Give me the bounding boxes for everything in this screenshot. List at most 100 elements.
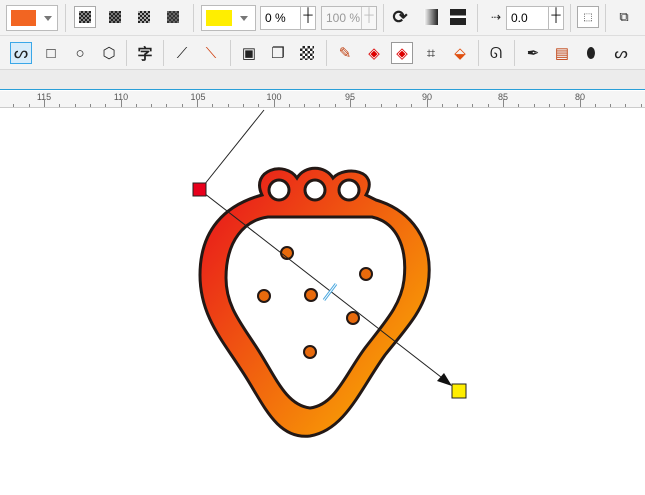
slider-icon: ┼ <box>361 7 376 29</box>
ruler-tick <box>227 104 229 107</box>
contour-tool-icon[interactable]: ▣ <box>238 42 260 64</box>
uniform-transparency-icon[interactable] <box>74 6 96 28</box>
ruler-tick <box>242 104 244 107</box>
offset-arrow-icon: ⇢ <box>490 10 502 24</box>
ruler-tick <box>441 104 443 107</box>
ruler-tick <box>258 104 260 107</box>
top-hole <box>267 178 291 202</box>
smart-fill-tool-icon[interactable]: ◈ <box>391 42 413 64</box>
ruler-tick <box>625 104 627 107</box>
texture-transparency-icon[interactable] <box>162 6 184 28</box>
ruler-tick <box>594 104 596 107</box>
fill-tool-icon[interactable]: ⬙ <box>449 42 471 64</box>
fountain-transparency-icon[interactable] <box>104 6 126 28</box>
seed <box>257 289 271 303</box>
text-tool-icon[interactable]: 字 <box>134 42 156 64</box>
ruler-tick <box>166 104 168 107</box>
opacity-end-value: 100 % <box>326 11 361 25</box>
gradient-end-handle[interactable] <box>451 383 467 399</box>
ruler-tick <box>120 99 122 107</box>
ellipse-tool-icon[interactable]: ○ <box>69 42 91 64</box>
ruler-tick <box>472 104 474 107</box>
opacity-start-value: 0 % <box>265 11 286 25</box>
ruler-tick <box>395 104 397 107</box>
ruler-tick <box>518 104 520 107</box>
connector-tool-icon[interactable]: ⟍ <box>200 42 222 64</box>
gradient-start-handle[interactable] <box>192 182 207 197</box>
ruler-tick <box>365 104 367 107</box>
end-color-picker[interactable] <box>201 5 256 31</box>
artistic-media-icon[interactable]: ᘏ <box>485 42 507 64</box>
rectangle-tool-icon[interactable]: □ <box>40 42 62 64</box>
fill-color-swatch <box>11 10 36 26</box>
ruler-tick <box>533 104 535 107</box>
align-icon[interactable] <box>447 6 469 28</box>
document-tab-bar <box>0 70 645 90</box>
ruler-tick <box>548 104 550 107</box>
ruler-tick <box>74 104 76 107</box>
freehand-tool-icon[interactable]: ᔕ <box>10 42 32 64</box>
object-properties-icon[interactable]: ▤ <box>551 42 573 64</box>
eraser-tool-icon[interactable]: ⬮ <box>580 42 602 64</box>
opacity-start-input[interactable]: 0 % ┼ <box>260 6 316 30</box>
top-hole <box>337 178 361 202</box>
ruler-tick <box>181 104 183 107</box>
strawberry-shape[interactable] <box>198 166 431 438</box>
slider-icon[interactable]: ┼ <box>300 7 315 29</box>
seed <box>303 345 317 359</box>
interactive-fill-tool-icon[interactable]: ◈ <box>363 42 385 64</box>
ruler-tick <box>319 104 321 107</box>
ruler-tick <box>13 104 15 107</box>
ruler-tick <box>411 104 413 107</box>
copy-properties-icon[interactable]: ⧉ <box>613 6 635 28</box>
ruler-tick <box>503 99 504 107</box>
free-scale-icon[interactable]: ⬚ <box>577 6 599 28</box>
chevron-down-icon <box>240 16 248 21</box>
ruler-tick <box>426 99 428 107</box>
seed <box>346 311 360 325</box>
pattern-transparency-icon[interactable] <box>133 6 155 28</box>
ruler-tick <box>135 104 137 107</box>
offset-input[interactable]: 0.0 ┼ <box>506 6 564 30</box>
ruler-tick <box>579 99 581 107</box>
ruler-tick <box>610 104 612 107</box>
drawing-canvas[interactable] <box>0 108 645 495</box>
drop-shadow-tool-icon[interactable]: ❐ <box>267 42 289 64</box>
chevron-down-icon <box>44 16 52 21</box>
rotate-icon[interactable]: ⟳ <box>389 6 411 28</box>
seed <box>304 288 318 302</box>
ruler-tick <box>457 104 459 107</box>
end-color-swatch <box>206 10 232 26</box>
ruler-tick <box>288 104 290 107</box>
property-bar: 0 % ┼ 100 % ┼ ⟳ ⇢ 0.0 ┼ ⬚ ⧉ <box>0 0 645 36</box>
opacity-end-input: 100 % ┼ <box>321 6 377 30</box>
top-hole <box>303 178 327 202</box>
pen-tool-icon[interactable]: ✒ <box>522 42 544 64</box>
offset-value: 0.0 <box>511 11 528 25</box>
mesh-fill-tool-icon[interactable]: ⌗ <box>420 42 442 64</box>
ruler-tick <box>350 99 351 107</box>
seed <box>359 267 373 281</box>
horizontal-ruler[interactable]: 115 110 105 100 95 90 85 80 <box>0 91 645 108</box>
eyedropper-tool-icon[interactable]: ✎ <box>334 42 356 64</box>
toolbox: ᔕ □ ○ ⬡ 字 ⟋ ⟍ ▣ ❐ ✎ ◈ ◈ ⌗ ⬙ ᘏ ✒ ▤ ⬮ ᔕ <box>0 36 645 70</box>
ruler-tick <box>487 104 489 107</box>
dimension-tool-icon[interactable]: ⟋ <box>171 42 193 64</box>
ruler-tick <box>197 99 198 107</box>
ruler-tick <box>640 104 642 107</box>
transparency-tool-icon[interactable] <box>296 42 318 64</box>
ruler-tick <box>28 104 30 107</box>
slider-icon[interactable]: ┼ <box>548 7 563 29</box>
curve-tool-icon[interactable]: ᔕ <box>610 42 632 64</box>
ruler-tick <box>151 104 153 107</box>
ruler-tick <box>105 104 107 107</box>
ruler-tick <box>273 99 275 107</box>
ruler-tick <box>44 99 45 107</box>
polygon-tool-icon[interactable]: ⬡ <box>98 42 120 64</box>
gradient-icon[interactable] <box>420 6 442 28</box>
ruler-tick <box>304 104 306 107</box>
gradient-arrow-icon <box>437 373 452 386</box>
angle-handle-line[interactable] <box>199 109 265 191</box>
ruler-tick <box>212 104 214 107</box>
fill-color-picker[interactable] <box>6 5 58 31</box>
